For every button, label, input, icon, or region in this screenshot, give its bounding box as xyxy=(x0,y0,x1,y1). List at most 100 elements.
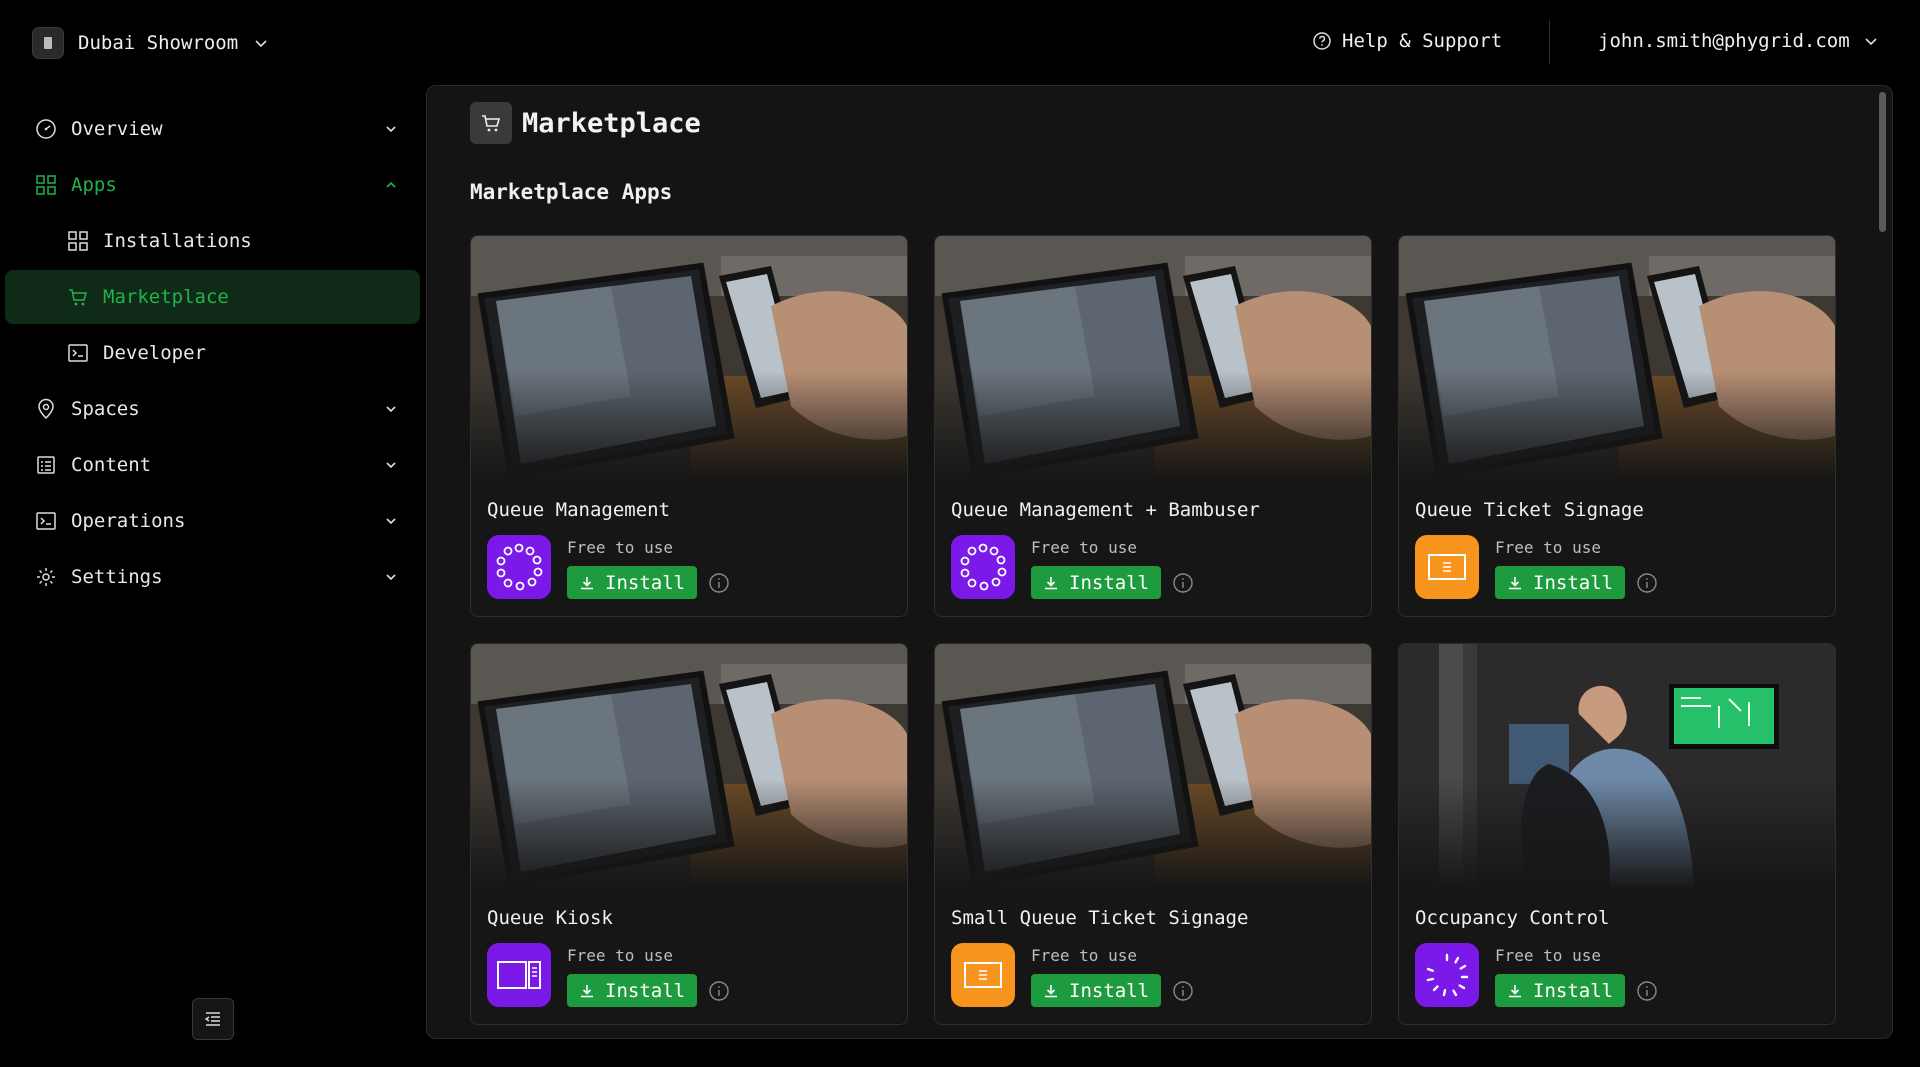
sidebar-item-label: Operations xyxy=(71,510,186,532)
chevron-down-icon xyxy=(386,518,396,525)
app-price: Free to use xyxy=(1495,946,1601,965)
install-label: Install xyxy=(605,979,686,1002)
help-support-label: Help & Support xyxy=(1342,30,1503,52)
sidebar-item-label: Apps xyxy=(71,174,117,196)
map-pin-icon xyxy=(38,398,54,420)
app-card[interactable]: Queue Kiosk Free to use Install xyxy=(470,643,908,1025)
app-card[interactable]: Queue Management + Bambuser Free to use … xyxy=(934,235,1372,617)
org-logo-icon xyxy=(32,27,64,59)
install-button[interactable]: Install xyxy=(567,974,698,1007)
app-card[interactable]: Occupancy Control Free to use Install xyxy=(1398,643,1836,1025)
sidebar-item-label: Marketplace xyxy=(103,286,229,308)
install-button[interactable]: Install xyxy=(1031,974,1162,1007)
screen-ticket-icon xyxy=(951,943,1015,1007)
install-label: Install xyxy=(605,571,686,594)
info-icon[interactable] xyxy=(1171,979,1195,1003)
app-price: Free to use xyxy=(1031,538,1137,557)
install-label: Install xyxy=(1533,979,1614,1002)
sidebar-item-settings[interactable]: Settings xyxy=(5,550,420,604)
app-price: Free to use xyxy=(1495,538,1601,557)
app-price: Free to use xyxy=(567,946,673,965)
user-menu[interactable]: john.smith@phygrid.com xyxy=(1598,30,1880,52)
chevron-down-icon xyxy=(386,126,396,133)
app-thumbnail-image xyxy=(1399,236,1835,481)
chevron-down-icon xyxy=(1865,38,1877,46)
help-circle-icon xyxy=(1313,32,1331,50)
app-name: Queue Management xyxy=(487,499,671,521)
collapse-sidebar-button[interactable] xyxy=(192,998,234,1040)
download-icon xyxy=(581,576,593,589)
ring-dashes-icon xyxy=(1415,943,1479,1007)
download-icon xyxy=(1509,576,1521,589)
sidebar-item-spaces[interactable]: Spaces xyxy=(5,382,420,436)
page-header: Marketplace xyxy=(470,102,701,144)
scrollbar-thumb[interactable] xyxy=(1879,92,1886,232)
cart-icon xyxy=(470,102,512,144)
app-card[interactable]: Queue Ticket Signage Free to use Install xyxy=(1398,235,1836,617)
download-icon xyxy=(1509,984,1521,997)
app-card[interactable]: Queue Management Free to use Install xyxy=(470,235,908,617)
grid-icon xyxy=(36,175,56,195)
sidebar-item-label: Spaces xyxy=(71,398,140,420)
ring-dots-icon xyxy=(951,535,1015,599)
sidebar-item-developer[interactable]: Developer xyxy=(5,326,420,380)
app-name: Queue Kiosk xyxy=(487,907,613,929)
terminal-icon xyxy=(36,512,56,530)
download-icon xyxy=(1045,576,1057,589)
grid-icon xyxy=(68,231,88,251)
screen-ticket-icon xyxy=(1415,535,1479,599)
gear-icon xyxy=(37,568,55,586)
sidebar-item-label: Content xyxy=(71,454,152,476)
sidebar-item-marketplace[interactable]: Marketplace xyxy=(5,270,420,324)
app-thumbnail-image xyxy=(935,644,1371,889)
info-icon[interactable] xyxy=(1635,571,1659,595)
app-name: Occupancy Control xyxy=(1415,907,1610,929)
ring-dots-icon xyxy=(487,535,551,599)
sidebar-item-content[interactable]: Content xyxy=(5,438,420,492)
download-icon xyxy=(581,984,593,997)
info-icon[interactable] xyxy=(707,979,731,1003)
sidebar-item-apps[interactable]: Apps xyxy=(5,158,420,212)
chevron-down-icon xyxy=(386,406,396,413)
user-email: john.smith@phygrid.com xyxy=(1598,30,1850,52)
chevron-down-icon xyxy=(255,40,267,48)
app-thumbnail-image xyxy=(471,644,907,889)
info-icon[interactable] xyxy=(1171,571,1195,595)
help-support-link[interactable]: Help & Support xyxy=(1312,30,1502,52)
app-card[interactable]: Small Queue Ticket Signage Free to use I… xyxy=(934,643,1372,1025)
info-icon[interactable] xyxy=(1635,979,1659,1003)
sidebar: Overview Apps Installations Marketplace … xyxy=(0,100,425,606)
org-switcher[interactable]: Dubai Showroom xyxy=(32,27,270,59)
page-title: Marketplace xyxy=(522,107,701,139)
chevron-down-icon xyxy=(386,462,396,469)
terminal-icon xyxy=(68,344,88,362)
chevron-up-icon xyxy=(386,181,396,188)
install-button[interactable]: Install xyxy=(567,566,698,599)
app-name: Queue Management + Bambuser xyxy=(951,499,1260,521)
install-label: Install xyxy=(1069,571,1150,594)
cart-icon xyxy=(69,289,87,306)
install-button[interactable]: Install xyxy=(1495,566,1626,599)
sidebar-item-label: Developer xyxy=(103,342,206,364)
app-price: Free to use xyxy=(1031,946,1137,965)
sidebar-item-label: Overview xyxy=(71,118,163,140)
app-name: Queue Ticket Signage xyxy=(1415,499,1644,521)
install-button[interactable]: Install xyxy=(1031,566,1162,599)
info-icon[interactable] xyxy=(707,571,731,595)
install-label: Install xyxy=(1069,979,1150,1002)
install-button[interactable]: Install xyxy=(1495,974,1626,1007)
sidebar-item-operations[interactable]: Operations xyxy=(5,494,420,548)
install-label: Install xyxy=(1533,571,1614,594)
app-thumbnail-image xyxy=(1399,644,1835,889)
org-name: Dubai Showroom xyxy=(78,32,239,54)
app-thumbnail-image xyxy=(935,236,1371,481)
sidebar-item-overview[interactable]: Overview xyxy=(5,102,420,156)
section-title: Marketplace Apps xyxy=(470,180,673,204)
kiosk-icon xyxy=(487,943,551,1007)
app-thumbnail-image xyxy=(471,236,907,481)
content-list-icon xyxy=(37,456,55,474)
download-icon xyxy=(1045,984,1057,997)
sidebar-item-installations[interactable]: Installations xyxy=(5,214,420,268)
app-price: Free to use xyxy=(567,538,673,557)
app-name: Small Queue Ticket Signage xyxy=(951,907,1249,929)
